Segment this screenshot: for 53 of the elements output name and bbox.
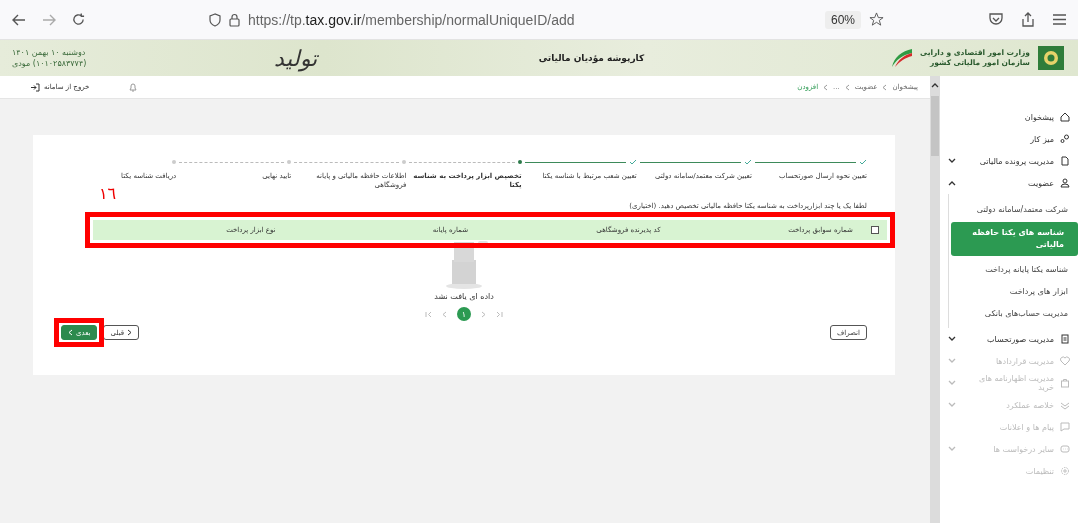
dots-icon bbox=[1060, 444, 1070, 454]
emblem-icon bbox=[1036, 44, 1066, 72]
select-all-checkbox[interactable] bbox=[871, 226, 879, 234]
back-icon[interactable] bbox=[12, 13, 26, 26]
chevron-left-icon bbox=[882, 83, 888, 91]
submenu-item[interactable]: شناسه های یکتا حافظه مالیاتی bbox=[951, 222, 1078, 256]
file-icon bbox=[1060, 156, 1070, 166]
message-icon bbox=[1060, 422, 1070, 432]
zoom-level[interactable]: 60% bbox=[824, 10, 861, 29]
user-icon bbox=[1060, 178, 1070, 188]
chevron-down-icon bbox=[948, 358, 956, 364]
chevron-down-icon bbox=[948, 158, 956, 164]
submenu-item[interactable]: مدیریت حساب‌های بانکی bbox=[949, 302, 1078, 324]
chevron-left-icon bbox=[68, 329, 73, 336]
shield-icon bbox=[209, 12, 221, 27]
sidebar-item[interactable]: عضویت bbox=[940, 172, 1078, 194]
sidebar-item[interactable]: مدیریت صورتحساب bbox=[940, 328, 1078, 350]
app-title: کارپوشه مؤدیان مالیاتی bbox=[538, 53, 645, 63]
gear-icon bbox=[1060, 466, 1070, 476]
logout-icon bbox=[30, 82, 40, 92]
chevron-down-icon bbox=[948, 402, 956, 408]
scrollbar-thumb[interactable] bbox=[931, 96, 939, 156]
page-number[interactable]: ۱ bbox=[457, 307, 471, 321]
sidebar-item[interactable]: مدیریت پرونده مالیاتی bbox=[940, 150, 1078, 172]
star-icon[interactable] bbox=[869, 12, 884, 27]
user-id: (۱۰۱۰۲۵۸۳۷۷۴) مودی bbox=[12, 58, 87, 69]
submenu-item[interactable]: شناسه یکتا پایانه پرداخت bbox=[949, 258, 1078, 280]
chevron-right-icon bbox=[127, 329, 133, 336]
menu-icon[interactable] bbox=[1053, 14, 1066, 25]
receipt-icon bbox=[1060, 334, 1070, 344]
url-text[interactable]: https://tp.tax.gov.ir/membership/normalUniqueID/add bbox=[248, 11, 817, 28]
chevron-down-icon bbox=[948, 336, 956, 342]
share-icon[interactable] bbox=[1021, 12, 1035, 27]
reload-icon[interactable] bbox=[72, 13, 85, 26]
bag-icon bbox=[1060, 378, 1070, 388]
chevron-left-icon bbox=[823, 83, 829, 91]
scroll-up-icon[interactable] bbox=[931, 82, 939, 88]
submenu-item[interactable]: شرکت معتمد/سامانه دولتی bbox=[949, 198, 1078, 220]
chevron-left-icon bbox=[844, 83, 850, 91]
home-icon bbox=[1060, 112, 1070, 122]
sidebar-item[interactable]: میز کار bbox=[940, 128, 1078, 150]
sidebar-item[interactable]: پیشخوان bbox=[940, 106, 1078, 128]
chevron-down-icon bbox=[948, 380, 956, 386]
chevron-up-icon bbox=[948, 180, 956, 186]
annotation-number: ١٦ bbox=[99, 186, 117, 202]
submenu-item[interactable]: ابزار های پرداخت bbox=[949, 280, 1078, 302]
lock-icon bbox=[229, 12, 240, 27]
current-date: دوشنبه ۱۰ بهمن ۱۴۰۱ bbox=[12, 47, 86, 58]
heart-icon bbox=[1060, 356, 1070, 366]
chevron-down-icon bbox=[948, 446, 956, 452]
pocket-icon[interactable] bbox=[989, 13, 1003, 26]
empty-message: داده ای یافت نشد bbox=[434, 292, 494, 301]
calligraphy-logo: تولید bbox=[273, 45, 317, 71]
